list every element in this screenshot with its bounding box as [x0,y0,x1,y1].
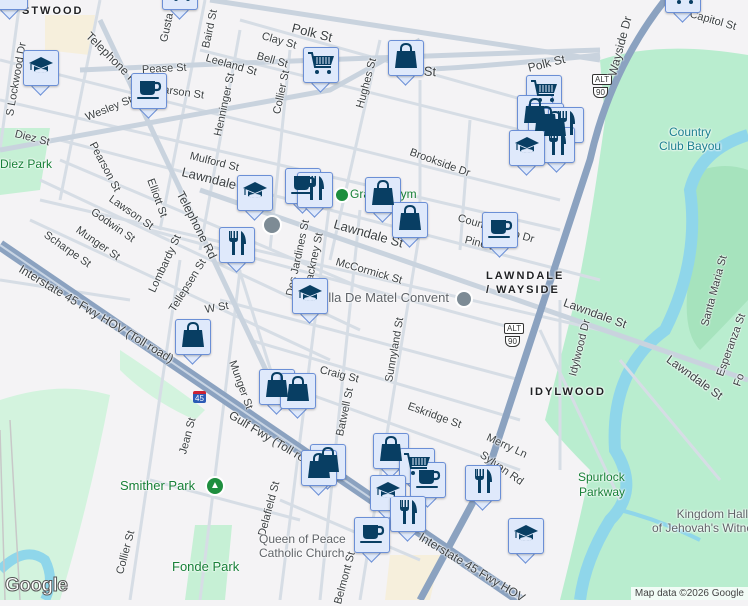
us90-shield-2: 90 [505,336,520,347]
map-attribution[interactable]: Map data ©2026 Google [630,587,748,600]
fork-marker[interactable] [219,227,255,273]
cup-marker[interactable] [482,212,518,258]
marker-box [292,278,328,314]
bag-icon [181,321,205,353]
school-icon [242,180,268,207]
cart-icon [166,0,194,8]
neighborhood-label: / WAYSIDE [486,284,560,296]
marker-box [410,462,446,498]
cart-icon [669,0,697,11]
school-marker[interactable] [292,278,328,324]
cart-marker[interactable] [665,0,701,23]
cart-marker[interactable] [162,0,198,20]
school-marker[interactable] [508,518,544,564]
diez-park-label: Diez Park [0,157,53,171]
cup-icon [136,78,162,105]
bag-icon [307,452,331,484]
marker-box [219,227,255,263]
cup-icon [415,467,441,494]
school-marker[interactable] [237,175,273,221]
cup-marker[interactable] [131,73,167,119]
fork-marker[interactable] [390,496,426,542]
marker-box [131,73,167,109]
marker-box [665,0,701,13]
school-icon [514,135,540,162]
kingdom-hall-label[interactable]: Kingdom Hall [660,508,748,520]
church-label[interactable]: Catholic Church [259,547,344,559]
bag-marker[interactable] [175,319,211,365]
cart-marker[interactable] [303,47,339,93]
fork-icon [397,499,419,530]
bag-marker[interactable] [392,202,428,248]
marker-box [237,175,273,211]
spurlock-label: Parkway [579,485,626,499]
neighborhood-label: LAWNDALE [486,270,565,282]
fork-icon [226,230,248,261]
tree-icon[interactable]: ▲ [205,476,225,496]
marker-box [509,130,545,166]
marker-box [465,465,501,501]
cup-marker[interactable] [354,517,390,563]
marker-box [0,0,28,10]
bag-marker[interactable] [388,40,424,86]
i45-shield: 45 [193,391,206,403]
marker-box [175,319,211,355]
school-icon [28,55,54,82]
bag-icon [398,204,422,236]
marker-box [303,47,339,83]
google-logo: Google [4,575,68,597]
fork-icon [546,130,568,161]
spurlock-label: Spurlock [578,470,625,484]
alt-route-shield: ALT [592,74,613,85]
kingdom-hall-label[interactable]: of Jehovah's Witnesses [652,522,748,534]
smither-park-area [0,388,110,600]
marker-box [392,202,428,238]
bag-icon [394,42,418,74]
marker-box [23,50,59,86]
marker-box [388,40,424,76]
bag-icon [286,375,310,407]
neighborhood-label: STWOOD [22,5,84,17]
school-icon [297,283,323,310]
cart-icon [307,50,335,81]
marker-box [162,0,198,10]
bayou-label: Club Bayou [659,139,722,153]
gym-pin-icon[interactable] [334,187,350,203]
convent-label[interactable]: Villa De Matel Convent [317,291,449,304]
alt-route-shield-2: ALT [504,323,525,334]
marker-box [354,517,390,553]
fonde-park-label: Fonde Park [172,559,240,574]
school-icon [0,0,23,6]
fork-icon [304,175,326,206]
fork-marker[interactable] [465,465,501,511]
school-marker[interactable] [509,130,545,176]
bayou-label: Country [669,125,712,139]
marker-box [482,212,518,248]
marker-box [508,518,544,554]
fork-icon [472,468,494,499]
convent-pin-icon[interactable] [455,290,473,308]
bag-marker[interactable] [280,373,316,419]
cup-icon [487,217,513,244]
marker-box [280,373,316,409]
school-icon [513,523,539,550]
church-label[interactable]: Queen of Peace [259,533,346,545]
neighborhood-label: IDYLWOOD [530,386,606,398]
smither-park-label[interactable]: Smither Park [120,479,195,492]
cup-icon [359,522,385,549]
us90-shield: 90 [593,87,608,98]
school-marker[interactable] [0,0,28,20]
school-marker[interactable] [23,50,59,96]
